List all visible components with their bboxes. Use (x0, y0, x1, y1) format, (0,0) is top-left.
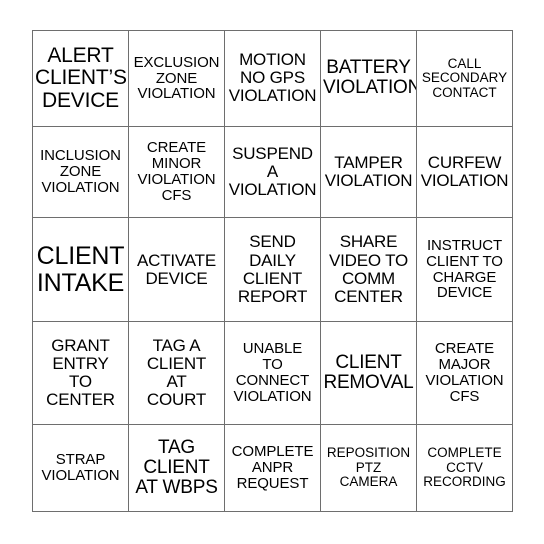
bingo-cell[interactable]: CLIENT INTAKE (32, 217, 129, 322)
bingo-cell[interactable]: STRAP VIOLATION (32, 423, 129, 513)
bingo-card: ALERT CLIENT’S DEVICE EXCLUSION ZONE VIO… (32, 30, 513, 513)
bingo-cell[interactable]: MOTION NO GPS VIOLATION (224, 30, 321, 127)
bingo-cell[interactable]: COMPLETE CCTV RECORDING (416, 423, 513, 513)
bingo-cell[interactable]: CALL SECONDARY CONTACT (416, 30, 513, 127)
bingo-cell[interactable]: TAMPER VIOLATION (320, 125, 417, 219)
bingo-row: GRANT ENTRY TO CENTER TAG A CLIENT AT CO… (32, 320, 513, 425)
bingo-cell[interactable]: CREATE MINOR VIOLATION CFS (128, 125, 225, 219)
bingo-cell[interactable]: SEND DAILY CLIENT REPORT (224, 217, 321, 322)
bingo-cell[interactable]: SUSPEND A VIOLATION (224, 125, 321, 219)
bingo-row: STRAP VIOLATION TAG CLIENT AT WBPS COMPL… (32, 423, 513, 513)
bingo-cell[interactable]: COMPLETE ANPR REQUEST (224, 423, 321, 513)
bingo-grid: ALERT CLIENT’S DEVICE EXCLUSION ZONE VIO… (32, 30, 513, 513)
bingo-cell[interactable]: CURFEW VIOLATION (416, 125, 513, 219)
bingo-cell[interactable]: BATTERY VIOLATION (320, 30, 417, 127)
bingo-cell[interactable]: SHARE VIDEO TO COMM CENTER (320, 217, 417, 322)
bingo-cell[interactable]: CREATE MAJOR VIOLATION CFS (416, 320, 513, 425)
bingo-cell[interactable]: CLIENT REMOVAL (320, 320, 417, 425)
bingo-row: ALERT CLIENT’S DEVICE EXCLUSION ZONE VIO… (32, 30, 513, 127)
bingo-cell[interactable]: ACTIVATE DEVICE (128, 217, 225, 322)
bingo-cell[interactable]: EXCLUSION ZONE VIOLATION (128, 30, 225, 127)
bingo-cell[interactable]: UNABLE TO CONNECT VIOLATION (224, 320, 321, 425)
bingo-row: INCLUSION ZONE VIOLATION CREATE MINOR VI… (32, 125, 513, 219)
bingo-cell[interactable]: INSTRUCT CLIENT TO CHARGE DEVICE (416, 217, 513, 322)
bingo-cell[interactable]: TAG CLIENT AT WBPS (128, 423, 225, 513)
bingo-cell[interactable]: REPOSITION PTZ CAMERA (320, 423, 417, 513)
bingo-row: CLIENT INTAKE ACTIVATE DEVICE SEND DAILY… (32, 217, 513, 322)
bingo-cell[interactable]: TAG A CLIENT AT COURT (128, 320, 225, 425)
bingo-cell[interactable]: INCLUSION ZONE VIOLATION (32, 125, 129, 219)
bingo-cell[interactable]: ALERT CLIENT’S DEVICE (32, 30, 129, 127)
bingo-grid-body: ALERT CLIENT’S DEVICE EXCLUSION ZONE VIO… (32, 30, 513, 513)
bingo-cell[interactable]: GRANT ENTRY TO CENTER (32, 320, 129, 425)
